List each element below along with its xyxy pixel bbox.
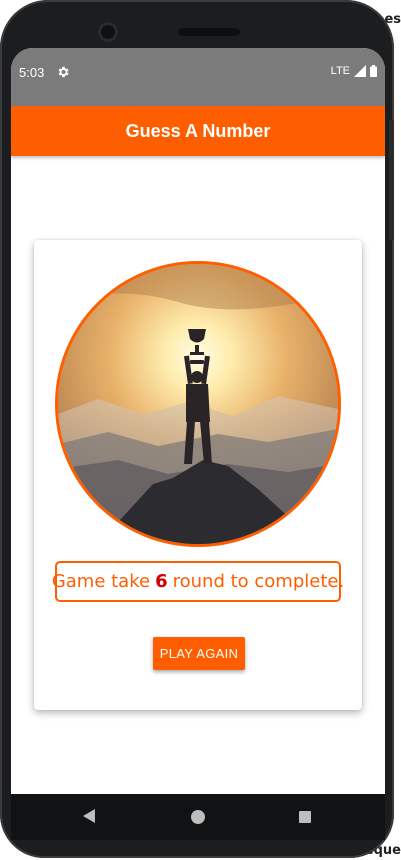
result-message: Game take 6 round to complete. <box>51 561 344 602</box>
app-screen: 5:03 LTE Guess A Number Game take 6 roun… <box>11 48 385 826</box>
play-again-button[interactable]: PLAY AGAIN <box>153 637 245 670</box>
result-suffix: round to complete. <box>172 571 345 592</box>
phone-frame: 5:03 LTE Guess A Number Game take 6 roun… <box>0 0 394 858</box>
navigation-bar <box>11 794 385 840</box>
trophy-illustration <box>58 264 338 544</box>
round-count: 6 <box>155 571 168 592</box>
signal-icon <box>354 65 366 77</box>
phone-side-button <box>389 120 394 240</box>
device-stage: es eque 5:03 LTE Guess A Number Game tak… <box>0 0 401 860</box>
game-over-card: Game take 6 round to complete. PLAY AGAI… <box>34 240 362 710</box>
status-indicators: LTE <box>331 65 377 77</box>
status-bar: 5:03 LTE <box>11 48 385 106</box>
back-icon[interactable] <box>83 809 95 823</box>
network-type: LTE <box>330 65 350 77</box>
app-title: Guess A Number <box>125 120 271 141</box>
app-bar: Guess A Number <box>11 106 385 156</box>
home-icon[interactable] <box>191 810 205 824</box>
status-time: 5:03 <box>19 65 45 80</box>
front-camera <box>98 22 118 42</box>
settings-icon <box>58 66 69 78</box>
earpiece-speaker <box>178 28 240 36</box>
battery-icon <box>370 65 377 77</box>
result-prefix: Game take <box>51 571 151 592</box>
recent-apps-icon[interactable] <box>299 811 311 823</box>
trophy-image <box>55 261 341 547</box>
